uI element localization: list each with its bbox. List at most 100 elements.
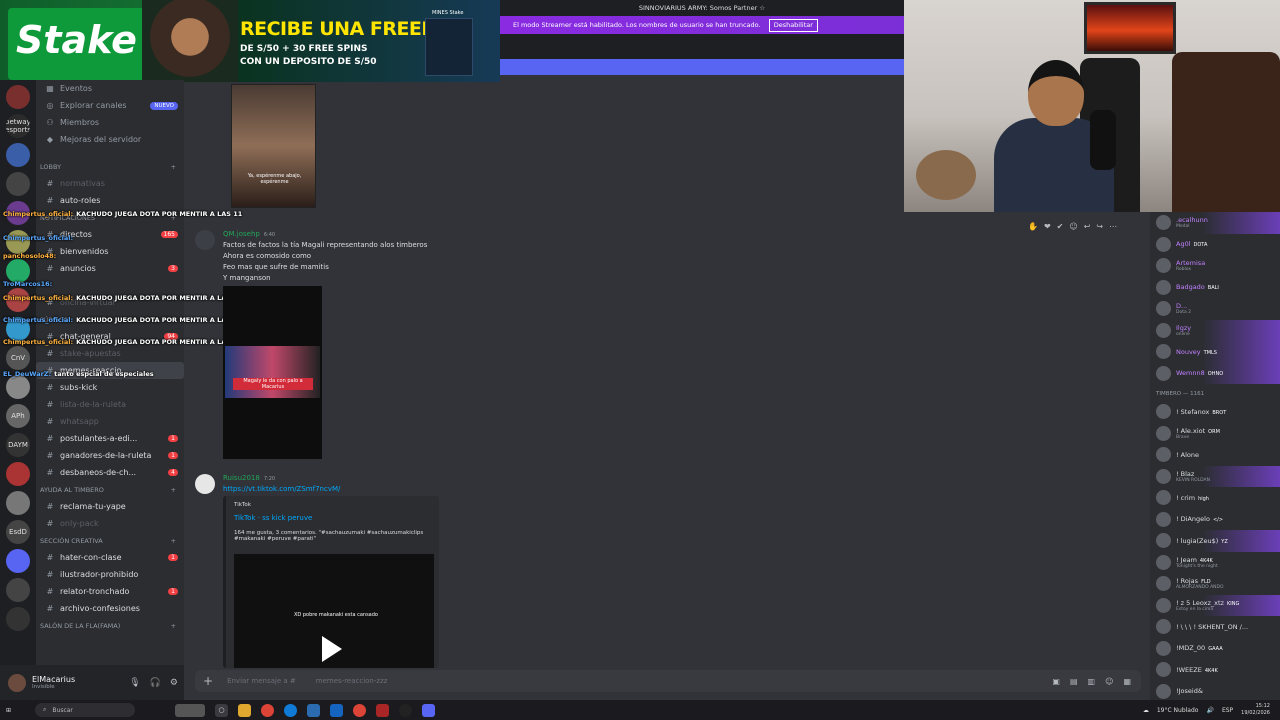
server-icon[interactable] — [6, 607, 30, 631]
member-item[interactable]: ! Blaz KEVIN ROLDAN — [1150, 465, 1280, 487]
member-item[interactable]: ! \ \ \ ! SKHENT_ON /... — [1150, 616, 1280, 638]
user-avatar[interactable] — [8, 673, 26, 692]
member-item[interactable]: Badgado BALI — [1150, 277, 1280, 299]
member-item[interactable]: Artemisa Roblox — [1150, 255, 1280, 277]
plus-icon[interactable]: + — [171, 622, 176, 630]
member-item[interactable]: ! lugia(Zeu$) YZ — [1150, 530, 1280, 552]
apps-icon[interactable]: ▦ — [1123, 677, 1131, 686]
member-item[interactable]: Ilgzy online — [1150, 319, 1280, 341]
plus-icon[interactable]: + — [203, 674, 213, 688]
embed-title[interactable]: TikTok · ss kick peruve — [234, 514, 312, 522]
message-composer[interactable]: + Enviar mensaje a # memes-reaccion-zzz … — [195, 670, 1141, 692]
emoji-icon[interactable]: ☺ — [1105, 677, 1113, 686]
channel-category[interactable]: SALÓN DE LA FLA(FAMA) + — [36, 617, 184, 634]
channel-category[interactable]: LOBBY + — [36, 158, 184, 175]
channel-item[interactable]: # stake-apuestas — [36, 345, 184, 362]
channel-item[interactable]: # postulantes-a-edi... 1 — [36, 430, 184, 447]
chrome-icon[interactable] — [261, 703, 275, 717]
mail-icon[interactable] — [330, 703, 344, 717]
forward-icon[interactable]: ↪ — [1096, 222, 1103, 234]
server-icon[interactable] — [6, 375, 30, 399]
member-item[interactable]: ! z 5 Leoxz_xtz KING Estoy en la cima — [1150, 594, 1280, 616]
sidebar-item-people[interactable]: ⚇ Miembros — [36, 114, 184, 131]
plus-icon[interactable]: + — [171, 163, 176, 171]
reaction-icon[interactable]: ❤ — [1044, 222, 1051, 234]
channel-item[interactable]: # ilustrador-prohibido — [36, 566, 184, 583]
member-item[interactable]: .ecalhunn Medal — [1150, 212, 1280, 234]
taskbar-search[interactable]: ⌕ Buscar — [35, 703, 136, 717]
channel-category[interactable]: SECCIÓN CREATIVA + — [36, 532, 184, 549]
channel-category[interactable]: AYUDA AL TIMBERO + — [36, 481, 184, 498]
sticker-icon[interactable]: ▥ — [1088, 677, 1096, 686]
channel-item[interactable]: # auto-roles — [36, 192, 184, 209]
reply-icon[interactable]: ↩ — [1084, 222, 1091, 234]
channel-item[interactable]: # reclama-tu-yape — [36, 498, 184, 515]
plus-icon[interactable]: + — [171, 537, 176, 545]
discord-icon[interactable] — [422, 703, 436, 717]
message-avatar[interactable] — [195, 230, 215, 250]
folder-icon[interactable] — [238, 703, 252, 717]
server-icon[interactable]: EsdD — [6, 520, 30, 544]
chrome-icon[interactable] — [353, 703, 367, 717]
server-icon[interactable] — [6, 85, 30, 109]
gift-icon[interactable]: ▣ — [1052, 677, 1060, 686]
member-item[interactable]: !MDZ_00 GAAA — [1150, 638, 1280, 660]
channel-item[interactable]: # lista-de-la-ruleta — [36, 396, 184, 413]
member-item[interactable]: ! Jeam 4K4K Tonight's the night — [1150, 552, 1280, 574]
add-reaction-icon[interactable]: ☺ — [1069, 222, 1077, 234]
server-icon[interactable] — [6, 143, 30, 167]
channel-item[interactable]: # only-pack — [36, 515, 184, 532]
channel-item[interactable]: # archivo-confesiones — [36, 600, 184, 617]
member-item[interactable]: D... Dota 2 — [1150, 298, 1280, 320]
stake-ad-banner[interactable]: Stake RECIBE UNA FREEBET DE S/50 + 30 FR… — [0, 0, 500, 82]
server-icon[interactable] — [6, 172, 30, 196]
edge-icon[interactable] — [284, 703, 298, 717]
reaction-icon[interactable]: ✋ — [1028, 222, 1038, 234]
app-icon[interactable] — [175, 703, 206, 717]
clock[interactable]: 15:12 19/02/2026 — [1241, 703, 1270, 717]
server-icon[interactable]: APh — [6, 404, 30, 428]
channel-item[interactable]: # desbaneos-de-ch... 4 — [36, 464, 184, 481]
volume-icon[interactable]: 🔊 — [1206, 707, 1213, 714]
member-item[interactable]: ! crim high — [1150, 487, 1280, 509]
member-item[interactable]: ! Ale.xiot ORM Brave — [1150, 423, 1280, 445]
member-item[interactable]: ! Stefanox BROT — [1150, 401, 1280, 423]
disable-streamer-button[interactable]: Deshabilitar — [768, 19, 818, 32]
channel-item[interactable]: # relator-tronchado 1 — [36, 583, 184, 600]
microphone-icon[interactable]: 🎙 — [129, 678, 140, 688]
embed-video[interactable]: XD pobre makanaki esta cansado — [234, 554, 434, 668]
channel-category[interactable] — [36, 277, 184, 294]
channel-item[interactable]: # anuncios 3 — [36, 260, 184, 277]
server-icon[interactable] — [6, 549, 30, 573]
member-item[interactable]: Nouvey TMLS — [1150, 341, 1280, 363]
server-icon[interactable] — [6, 462, 30, 486]
obs-icon[interactable] — [376, 703, 390, 717]
channel-item[interactable]: # hater-con-clase 1 — [36, 549, 184, 566]
message-avatar[interactable] — [195, 474, 215, 494]
more-icon[interactable]: ⋯ — [1109, 222, 1117, 234]
gif-icon[interactable]: ▤ — [1070, 677, 1078, 686]
server-icon[interactable] — [6, 578, 30, 602]
message-author[interactable]: QM.josehp 6:40 — [223, 230, 275, 238]
plus-icon[interactable]: + — [171, 486, 176, 494]
member-item[interactable]: Wemnn8 OHNO — [1150, 362, 1280, 384]
task-view-icon[interactable]: ○ — [215, 703, 229, 717]
member-item[interactable]: !Joseid& — [1150, 681, 1280, 701]
video-attachment[interactable]: Magaly le da con palo a Macarius — [223, 286, 322, 459]
server-icon[interactable]: CnV — [6, 346, 30, 370]
obs-icon[interactable] — [399, 703, 413, 717]
windows-icon[interactable]: ⊞ — [6, 707, 11, 714]
member-item[interactable]: !WEEZE 4K4K — [1150, 659, 1280, 681]
play-icon[interactable] — [322, 636, 342, 662]
top-media[interactable]: Ya, espérenme abajo, espérenme — [231, 84, 316, 208]
server-icon[interactable]: betway esports — [6, 114, 30, 138]
tiktok-link[interactable]: https://vt.tiktok.com/ZSmf7ncvM/ — [223, 485, 340, 493]
member-item[interactable]: Ag0l DOTA — [1150, 234, 1280, 256]
member-item[interactable]: ! Rojas FLD ALMORZANDO ANDO — [1150, 573, 1280, 595]
server-icon[interactable] — [6, 491, 30, 515]
sidebar-item-calendar[interactable]: ▦ Eventos — [36, 80, 184, 97]
server-icon[interactable]: DAYM — [6, 433, 30, 457]
language[interactable]: ESP — [1222, 707, 1233, 714]
channel-item[interactable]: # ganadores-de-la-ruleta 1 — [36, 447, 184, 464]
check-icon[interactable]: ✔ — [1057, 222, 1064, 234]
